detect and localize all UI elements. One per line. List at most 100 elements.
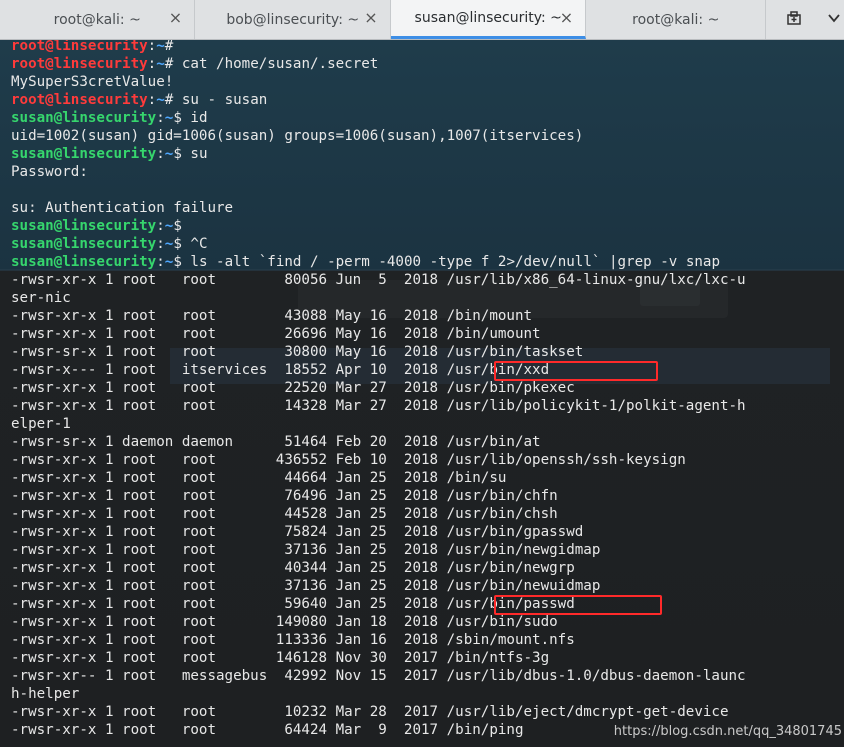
output-text: su: Authentication failure bbox=[11, 200, 234, 216]
terminal-line: h-helper bbox=[11, 685, 746, 703]
tab-root-kali-2[interactable]: root@kali: ~ bbox=[586, 0, 766, 39]
terminal-line: -rwsr-xr-x 1 root root 22520 Mar 27 2018… bbox=[11, 379, 746, 397]
terminal-line: -rwsr-xr-x 1 root root 37136 Jan 25 2018… bbox=[11, 577, 746, 595]
tab-actions bbox=[766, 0, 844, 39]
command-text: cat /home/susan/.secret bbox=[181, 56, 379, 72]
tab-label: susan@linsecurity: ~ bbox=[414, 10, 562, 26]
prompt-user: root@linsecurity bbox=[11, 40, 148, 54]
tab-label: root@kali: ~ bbox=[53, 11, 141, 28]
prompt-symbol: $ bbox=[173, 146, 191, 162]
terminal-line: -rwsr-xr-x 1 root root 10232 Mar 28 2017… bbox=[11, 703, 746, 721]
terminal-line: susan@linsecurity:~$ id bbox=[11, 109, 746, 127]
command-text: ^C bbox=[190, 236, 208, 252]
prompt-colon: : bbox=[156, 110, 165, 126]
prompt-user: susan@linsecurity bbox=[11, 254, 157, 270]
new-tab-icon[interactable] bbox=[784, 10, 804, 30]
output-text: -rwsr-xr-x 1 root root 26696 May 16 2018… bbox=[11, 326, 541, 342]
command-text: su - susan bbox=[181, 92, 268, 108]
prompt-user: susan@linsecurity bbox=[11, 218, 157, 234]
terminal-line: -rwsr-xr-x 1 root root 113336 Jan 16 201… bbox=[11, 631, 746, 649]
output-text: -rwsr-xr-x 1 root root 75824 Jan 25 2018… bbox=[11, 524, 584, 540]
terminal-line: Password: bbox=[11, 163, 746, 181]
terminal-line: -rwsr-sr-x 1 daemon daemon 51464 Feb 20 … bbox=[11, 433, 746, 451]
output-text: -rwsr-xr-x 1 root root 76496 Jan 25 2018… bbox=[11, 488, 558, 504]
terminal-line: -rwsr-xr-x 1 root root 43088 May 16 2018… bbox=[11, 307, 746, 325]
terminal-line: MySuperS3cretValue! bbox=[11, 73, 746, 91]
terminal-line: -rwsr-xr-- 1 root messagebus 42992 Nov 1… bbox=[11, 667, 746, 685]
output-text: MySuperS3cretValue! bbox=[11, 74, 174, 90]
terminal-line: -rwsr-xr-x 1 root root 149080 Jan 18 201… bbox=[11, 613, 746, 631]
close-icon[interactable]: × bbox=[364, 10, 378, 26]
output-text: -rwsr-xr-x 1 root root 44664 Jan 25 2018… bbox=[11, 470, 507, 486]
terminal-line: -rwsr-xr-x 1 root root 40344 Jan 25 2018… bbox=[11, 559, 746, 577]
output-text: Password: bbox=[11, 164, 97, 180]
terminal-line: -rwsr-xr-x 1 root root 436552 Feb 10 201… bbox=[11, 451, 746, 469]
terminal-line: root@linsecurity:~# bbox=[11, 40, 746, 55]
prompt-user: susan@linsecurity bbox=[11, 110, 157, 126]
output-text: -rwsr-xr-x 1 root root 43088 May 16 2018… bbox=[11, 308, 533, 324]
highlight-box-xxd bbox=[494, 361, 658, 381]
output-text: -rwsr-xr-x 1 root root 436552 Feb 10 201… bbox=[11, 452, 686, 468]
prompt-symbol: $ bbox=[173, 110, 191, 126]
prompt-path: ~ bbox=[156, 92, 165, 108]
terminal-window: root@kali: ~ × bob@linsecurity: ~ × susa… bbox=[0, 0, 844, 747]
terminal-line: -rwsr-xr-x 1 root root 75824 Jan 25 2018… bbox=[11, 523, 746, 541]
prompt-colon: : bbox=[156, 254, 165, 270]
output-text: -rwsr-xr-x 1 root root 80056 Jun 5 2018 … bbox=[11, 272, 746, 288]
terminal-line: -rwsr-xr-x 1 root root 44528 Jan 25 2018… bbox=[11, 505, 746, 523]
output-text: -rwsr-xr-x 1 root root 149080 Jan 18 201… bbox=[11, 614, 558, 630]
terminal-line: -rwsr-sr-x 1 root root 30800 May 16 2018… bbox=[11, 343, 746, 361]
terminal-line: root@linsecurity:~# cat /home/susan/.sec… bbox=[11, 55, 746, 73]
highlight-box-passwd bbox=[494, 595, 662, 615]
prompt-user: susan@linsecurity bbox=[11, 236, 157, 252]
prompt-path: ~ bbox=[156, 56, 165, 72]
output-text: uid=1002(susan) gid=1006(susan) groups=1… bbox=[11, 128, 584, 144]
close-icon[interactable]: × bbox=[559, 10, 573, 26]
terminal-line: elper-1 bbox=[11, 415, 746, 433]
prompt-symbol: $ bbox=[173, 218, 191, 234]
output-text: elper-1 bbox=[11, 416, 71, 432]
terminal-line: susan@linsecurity:~$ ^C bbox=[11, 235, 746, 253]
terminal-line: -rwsr-xr-x 1 root root 26696 May 16 2018… bbox=[11, 325, 746, 343]
output-text: -rwsr-xr-x 1 root root 37136 Jan 25 2018… bbox=[11, 542, 601, 558]
tab-root-kali-1[interactable]: root@kali: ~ × bbox=[0, 0, 196, 39]
output-text: -rwsr-xr-x 1 root root 64424 Mar 9 2017 … bbox=[11, 722, 524, 738]
terminal-line: -rwsr-xr-x 1 root root 14328 Mar 27 2018… bbox=[11, 397, 746, 415]
prompt-colon: : bbox=[156, 236, 165, 252]
terminal-line: -rwsr-xr-x 1 root root 76496 Jan 25 2018… bbox=[11, 487, 746, 505]
prompt-symbol: $ bbox=[173, 236, 191, 252]
output-text: -rwsr-xr-x 1 root root 14328 Mar 27 2018… bbox=[11, 398, 746, 414]
tab-label: bob@linsecurity: ~ bbox=[226, 11, 360, 28]
terminal-line: ser-nic bbox=[11, 289, 746, 307]
command-text: ls -alt `find / -perm -4000 -type f 2>/d… bbox=[190, 254, 720, 270]
watermark-text: https://blog.csdn.net/qq_34801745 bbox=[613, 724, 842, 739]
prompt-symbol: # bbox=[164, 56, 182, 72]
output-text: -rwsr-xr-x 1 root root 59640 Jan 25 2018… bbox=[11, 596, 575, 612]
terminal-line: susan@linsecurity:~$ ls -alt `find / -pe… bbox=[11, 253, 746, 271]
terminal-line: uid=1002(susan) gid=1006(susan) groups=1… bbox=[11, 127, 746, 145]
prompt-colon: : bbox=[147, 40, 157, 54]
prompt-symbol: # bbox=[164, 40, 182, 54]
output-text: h-helper bbox=[11, 686, 80, 702]
command-text: id bbox=[190, 110, 208, 126]
prompt-user: root@linsecurity bbox=[11, 56, 148, 72]
chevron-down-icon[interactable] bbox=[824, 10, 844, 30]
output-text: -rwsr-sr-x 1 daemon daemon 51464 Feb 20 … bbox=[11, 434, 541, 450]
output-text: -rwsr-xr-x 1 root root 22520 Mar 27 2018… bbox=[11, 380, 575, 396]
output-text: -rwsr-xr-x 1 root root 40344 Jan 25 2018… bbox=[11, 560, 575, 576]
terminal-output[interactable]: root@linsecurity:~# root@linsecurity:~# … bbox=[0, 40, 844, 747]
terminal-line: -rwsr-xr-x 1 root root 37136 Jan 25 2018… bbox=[11, 541, 746, 559]
tab-susan-linsecurity[interactable]: susan@linsecurity: ~ × bbox=[390, 0, 587, 39]
terminal-line: -rwsr-xr-x 1 root root 146128 Nov 30 201… bbox=[11, 649, 746, 667]
output-text: -rwsr-xr-x 1 root root 44528 Jan 25 2018… bbox=[11, 506, 558, 522]
prompt-colon: : bbox=[147, 56, 157, 72]
terminal-line: -rwsr-xr-x 1 root root 44664 Jan 25 2018… bbox=[11, 469, 746, 487]
prompt-user: root@linsecurity bbox=[11, 92, 148, 108]
prompt-colon: : bbox=[156, 218, 165, 234]
tab-bob-linsecurity[interactable]: bob@linsecurity: ~ × bbox=[195, 0, 391, 39]
terminal-line: root@linsecurity:~# su - susan bbox=[11, 91, 746, 109]
close-icon[interactable]: × bbox=[168, 10, 182, 26]
output-text: -rwsr-sr-x 1 root root 30800 May 16 2018… bbox=[11, 344, 584, 360]
prompt-symbol: $ bbox=[173, 254, 191, 270]
